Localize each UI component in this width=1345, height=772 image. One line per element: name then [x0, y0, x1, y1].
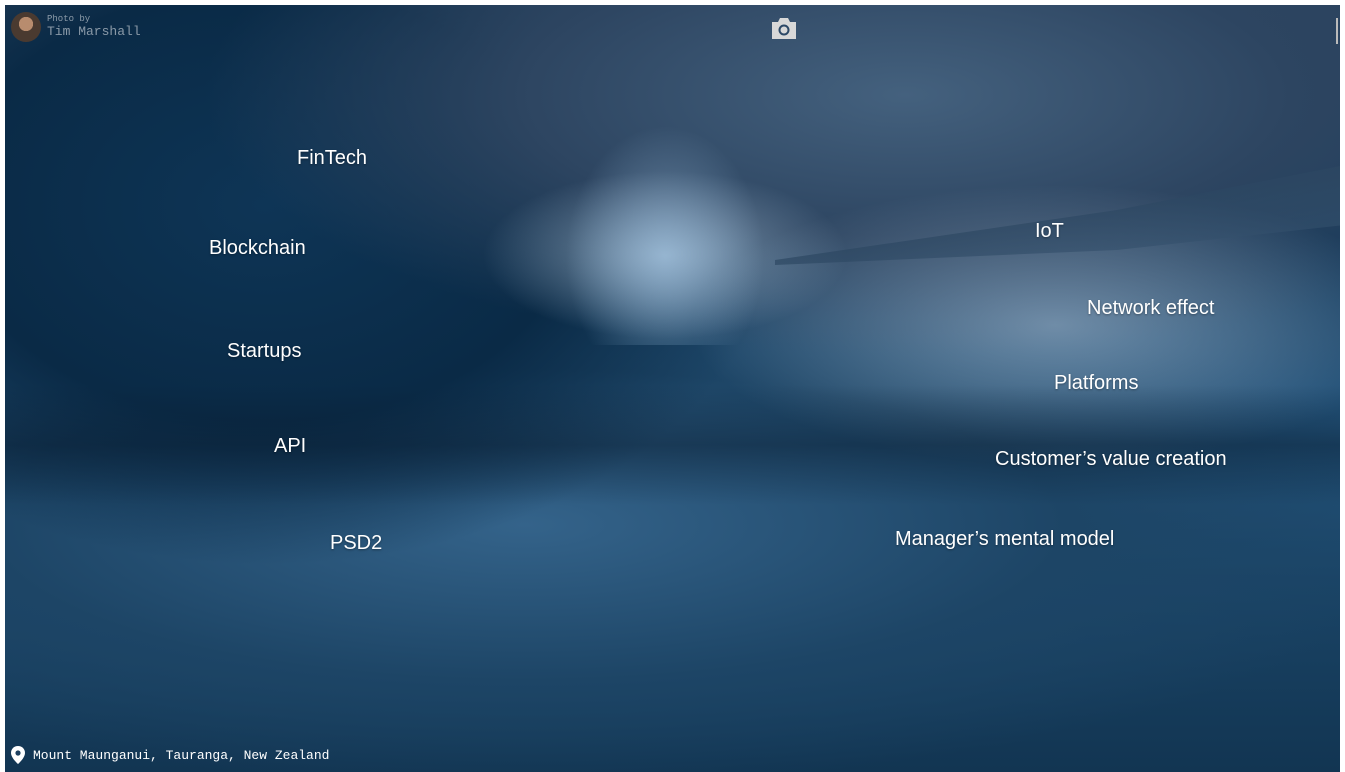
- wave-shadow: [5, 385, 1340, 505]
- location-text[interactable]: Mount Maunganui, Tauranga, New Zealand: [33, 748, 329, 763]
- keyword-api: API: [274, 435, 307, 457]
- scrollbar-indicator[interactable]: [1336, 18, 1338, 44]
- keyword-customers-value-creation: Customer’s value creation: [995, 448, 1227, 470]
- background-photo: Photo by Tim Marshall FinTech Blockchain…: [5, 5, 1340, 772]
- keyword-blockchain: Blockchain: [209, 237, 306, 259]
- shoreline: [775, 165, 1340, 265]
- keyword-iot: IoT: [1035, 220, 1064, 242]
- keyword-network-effect: Network effect: [1087, 297, 1215, 319]
- keyword-fintech: FinTech: [297, 147, 368, 169]
- keyword-platforms: Platforms: [1054, 372, 1139, 394]
- keyword-psd2: PSD2: [330, 532, 383, 554]
- camera-icon[interactable]: [769, 14, 799, 42]
- keyword-startups: Startups: [227, 340, 302, 362]
- photo-credit[interactable]: Photo by Tim Marshall: [11, 12, 141, 42]
- wave-crest: [565, 125, 765, 345]
- location-link[interactable]: Mount Maunganui, Tauranga, New Zealand: [11, 746, 329, 764]
- map-pin-icon: [11, 746, 25, 764]
- avatar: [11, 12, 41, 42]
- photo-credit-author[interactable]: Tim Marshall: [47, 24, 141, 39]
- keyword-managers-mental-model: Manager’s mental model: [895, 528, 1115, 550]
